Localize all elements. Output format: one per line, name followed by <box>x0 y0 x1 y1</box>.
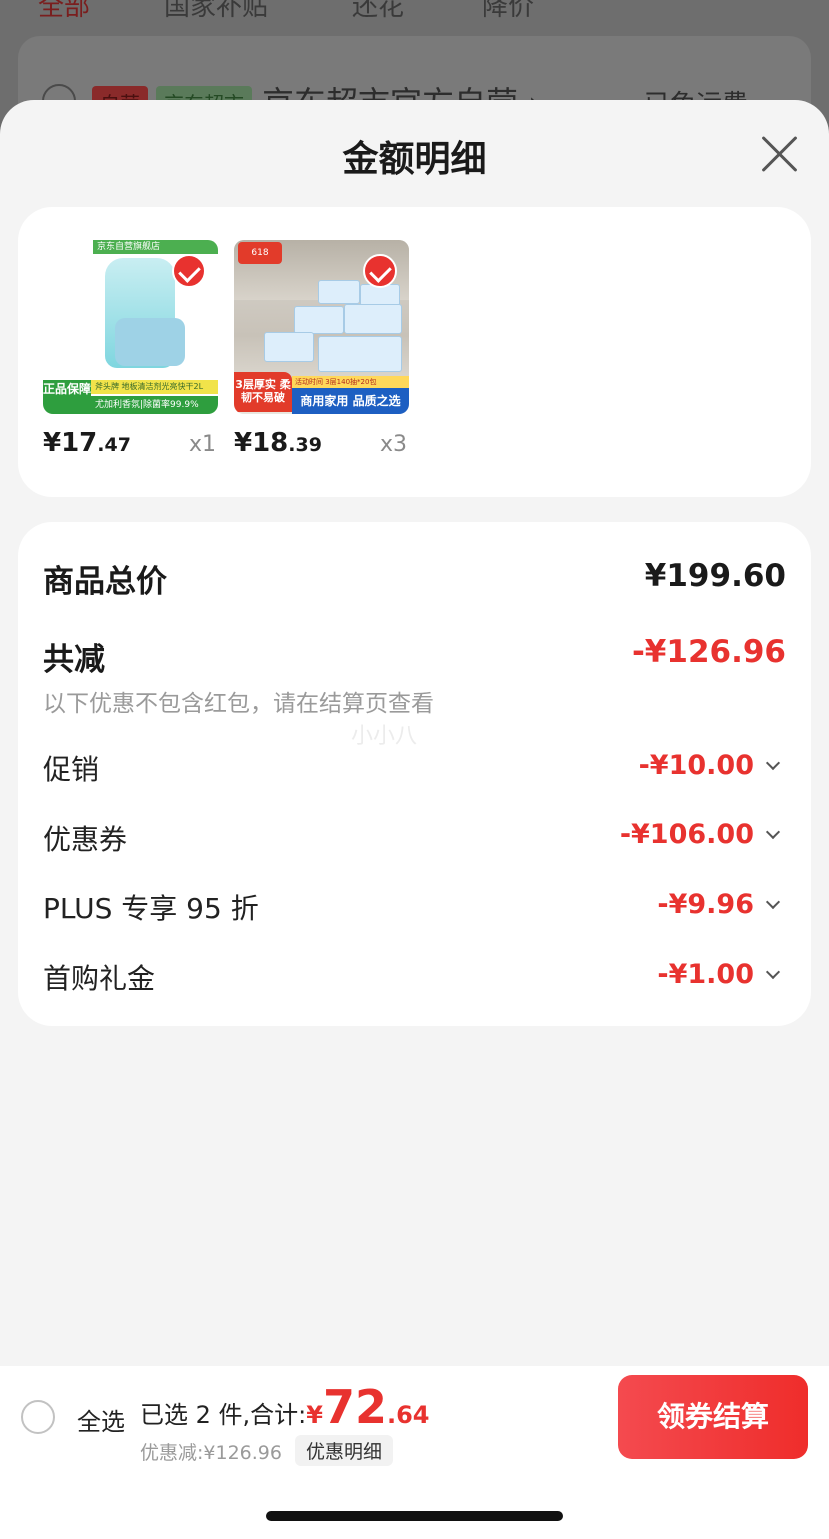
baby-image <box>115 318 185 366</box>
product-price: ¥17.47 <box>43 428 131 458</box>
select-all-radio[interactable] <box>21 1400 55 1434</box>
product-qty: x1 <box>188 432 216 457</box>
product-desc-1: 斧头牌 地板清洁剂光亮快干2L <box>91 380 218 394</box>
price-dec: .39 <box>288 434 322 456</box>
first-purchase-label: 首购礼金 <box>43 962 156 995</box>
tissue-pack-product-image: 618 3层厚实 柔韧不易破 活动时间 3层140抽*20包 商用家用 品质之选 <box>234 240 409 414</box>
product-qty: x3 <box>379 432 407 457</box>
products-card: 京东自营旗舰店 正品保障 斧头牌 地板清洁剂光亮快干2L 尤加利香氛|除菌率99… <box>18 207 811 497</box>
bg-tab-huan: 还花 <box>352 0 405 22</box>
checkmark-icon[interactable] <box>363 254 397 288</box>
sheet-title: 金额明细 <box>342 139 487 180</box>
home-indicator-area <box>0 1466 829 1539</box>
price-int: ¥18 <box>234 428 289 458</box>
total-integer: 72 <box>322 1380 387 1434</box>
chevron-down-icon <box>765 894 781 910</box>
feature-tag: 3层厚实 柔韧不易破 <box>234 372 292 412</box>
chevron-down-icon <box>765 964 781 980</box>
total-price-label: 商品总价 <box>43 564 167 600</box>
total-decimal: .64 <box>386 1401 430 1429</box>
axe-floor-cleaner-product-image: 京东自营旗舰店 正品保障 斧头牌 地板清洁剂光亮快干2L 尤加利香氛|除菌率99… <box>43 240 218 414</box>
activity-bar: 活动时间 3层140抽*20包 <box>292 376 409 388</box>
chevron-down-icon <box>765 824 781 840</box>
chevron-down-icon <box>765 755 781 771</box>
home-indicator[interactable] <box>266 1511 563 1521</box>
coupon-amount: -¥106.00 <box>619 819 754 850</box>
amount-detail-sheet: 金额明细 京东自营旗舰店 正品保障 斧头牌 地板清洁剂光亮快干2L 尤加利香氛|… <box>0 100 829 1539</box>
bg-tab-pricedrop: 降价 <box>482 0 535 22</box>
tissue-box <box>264 332 314 362</box>
plus-discount-value[interactable]: -¥9.96 <box>657 889 781 920</box>
currency-symbol: ¥ <box>306 1401 323 1429</box>
total-price-value: ¥199.60 <box>644 558 786 594</box>
tissue-box <box>318 336 402 372</box>
discount-detail-button[interactable]: 优惠明细 <box>295 1435 394 1466</box>
promo-value[interactable]: -¥10.00 <box>638 750 781 781</box>
product-image-strip: 京东自营旗舰店 <box>93 240 218 254</box>
quality-tag: 商用家用 品质之选 <box>292 388 409 414</box>
discount-amount: 优惠减:¥126.96 <box>140 1442 282 1464</box>
price-dec: .47 <box>97 434 131 456</box>
reduce-value: -¥126.96 <box>631 634 786 670</box>
brand-logo: 618 <box>238 242 282 264</box>
promo-amount: -¥10.00 <box>638 750 754 781</box>
summary-card: 商品总价 ¥199.60 共减 -¥126.96 以下优惠不包含红包，请在结算页… <box>18 522 811 1026</box>
bg-tab-subsidy: 国家补贴 <box>164 0 269 22</box>
close-icon[interactable] <box>759 134 799 174</box>
coupon-label: 优惠券 <box>43 823 128 856</box>
checkmark-icon[interactable] <box>172 254 206 288</box>
plus-discount-label: PLUS 专享 95 折 <box>43 892 259 925</box>
checkout-button[interactable]: 领券结算 <box>618 1375 808 1459</box>
background-tabs: 全部 国家补贴 还花 降价 <box>0 0 829 22</box>
tissue-box <box>318 280 360 304</box>
selected-total-label: 已选 2 件,合计: <box>140 1401 307 1429</box>
first-purchase-amount: -¥1.00 <box>657 959 754 990</box>
discount-note: 以下优惠不包含红包，请在结算页查看 <box>43 691 434 717</box>
guarantee-tag: 正品保障 <box>43 380 91 414</box>
tissue-box <box>294 306 344 334</box>
product-item[interactable]: 618 3层厚实 柔韧不易破 活动时间 3层140抽*20包 商用家用 品质之选… <box>234 240 409 458</box>
product-price: ¥18.39 <box>234 428 322 458</box>
reduce-label: 共减 <box>43 642 105 678</box>
selected-total: 已选 2 件,合计: ¥ 72 .64 <box>140 1380 430 1434</box>
product-item[interactable]: 京东自营旗舰店 正品保障 斧头牌 地板清洁剂光亮快干2L 尤加利香氛|除菌率99… <box>43 240 218 458</box>
bg-tab-all: 全部 <box>38 0 91 22</box>
tissue-box <box>344 304 402 334</box>
coupon-value[interactable]: -¥106.00 <box>619 819 781 850</box>
promo-label: 促销 <box>43 753 100 786</box>
first-purchase-value[interactable]: -¥1.00 <box>657 959 781 990</box>
plus-amount: -¥9.96 <box>657 889 754 920</box>
price-int: ¥17 <box>43 428 98 458</box>
watermark: 小小八 <box>351 724 418 749</box>
select-all-label[interactable]: 全选 <box>77 1402 125 1437</box>
product-desc-2: 尤加利香氛|除菌率99.9% <box>91 396 218 414</box>
